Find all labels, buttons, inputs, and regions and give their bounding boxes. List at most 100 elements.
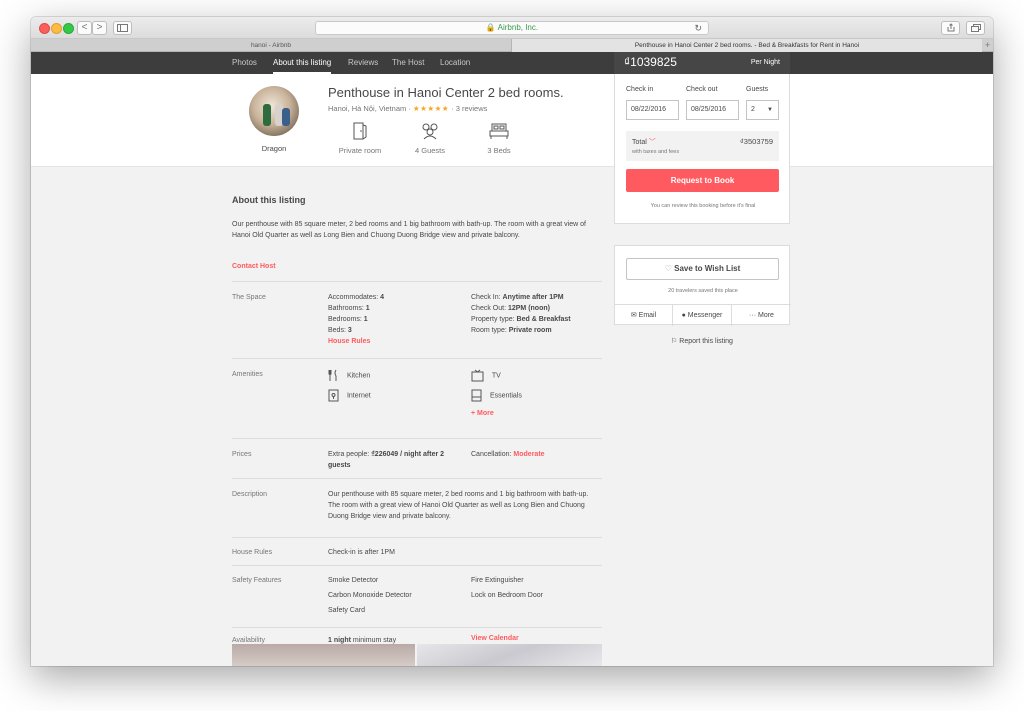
listing-subtitle: Hanoi, Hà Nội, Vietnam · ★★★★★ · 3 revie… [328,104,487,113]
avatar-figure [263,104,271,126]
share-email-button[interactable]: ✉ Email [615,305,673,326]
listing-photo[interactable] [232,644,415,666]
feature-room-type: Private room [333,122,387,155]
amenities-label: Amenities [232,371,263,378]
per-night-label: Per Night [750,59,780,66]
listing-location[interactable]: Hanoi, Hà Nội, Vietnam · [328,104,411,113]
safety-item: Lock on Bedroom Door [471,592,543,599]
booking-price-bar: ₫1039825 Per Night [614,52,790,74]
view-calendar-link[interactable]: View Calendar [471,635,519,642]
url-text: Airbnb, Inc. [497,23,539,32]
house-rules-label: House Rules [232,549,273,556]
zoom-window-button[interactable] [63,23,74,34]
messenger-icon: ● [681,312,686,319]
about-heading: About this listing [232,195,306,205]
subnav-host[interactable]: The Host [392,52,424,74]
back-icon: < [81,22,88,33]
minimize-window-button[interactable] [51,23,62,34]
cancellation: Cancellation: Moderate [471,449,545,460]
amenity-label: Kitchen [346,372,371,380]
amenity-kitchen: Kitchen [328,369,370,382]
house-rules-link[interactable]: House Rules [328,336,384,347]
contact-host-link[interactable]: Contact Host [232,263,276,270]
close-window-button[interactable] [39,23,50,34]
address-bar[interactable]: 🔒 Airbnb, Inc. ↻ [315,21,709,35]
space-row: The Space Accommodates: 4 Bathrooms: 1 B… [232,281,602,358]
checkin-input[interactable]: 08/22/2016 [626,100,679,120]
feature-label: 3 Beds [487,146,511,155]
space-accommodates: Accommodates: 4 [328,292,384,303]
space-left: Accommodates: 4 Bathrooms: 1 Bedrooms: 1… [328,292,384,347]
share-button[interactable] [941,21,960,35]
safety-item: Carbon Monoxide Detector [328,592,412,599]
guests-icon [422,123,438,140]
rating-stars: ★★★★★ [412,104,450,113]
checkout-label: Check out [686,86,718,93]
share-label: Messenger [687,312,723,319]
booking-panel: Check in Check out Guests 08/22/2016 08/… [614,74,790,224]
share-messenger-button[interactable]: ● Messenger [673,305,732,326]
booking-note: You can review this booking before it's … [650,203,756,209]
cancellation-policy-link[interactable]: Moderate [513,451,544,458]
wishlist-panel: ♡ Save to Wish List 20 travelers saved t… [614,245,791,326]
min-stay-value: 1 night [328,637,351,644]
report-listing-link[interactable]: ⚐ Report this listing [614,337,790,345]
bed-icon [489,123,509,139]
save-to-wishlist-button[interactable]: ♡ Save to Wish List [626,258,779,280]
browser-window: < > 🔒 Airbnb, Inc. ↻ hanoi - Airbnb Pent… [31,17,993,666]
feature-beds: 3 Beds [479,122,519,155]
flag-icon: ⚐ [671,338,678,345]
tabs-overview-button[interactable] [966,21,985,35]
checkin-label: Check in [626,86,654,93]
essentials-icon [471,389,482,402]
host-avatar[interactable] [249,86,299,136]
total-toggle[interactable]: Total ﹀ [632,137,656,147]
space-value: Anytime after 1PM [502,294,564,301]
host-name[interactable]: Dragon [249,144,299,153]
space-key: Beds: [328,327,348,334]
chevron-down-icon: ﹀ [648,139,656,146]
forward-button[interactable]: > [92,21,107,35]
request-to-book-button[interactable]: Request to Book [626,169,779,192]
back-button[interactable]: < [77,21,92,35]
about-summary: Our penthouse with 85 square meter, 2 be… [232,221,586,239]
subnav-photos[interactable]: Photos [232,52,257,74]
subnav-reviews[interactable]: Reviews [348,52,378,74]
min-stay-text: minimum stay [350,637,397,644]
share-more-button[interactable]: ··· More [732,305,791,326]
space-key: Accommodates: [328,294,381,301]
space-key: Bathrooms: [328,305,366,312]
subnav-location[interactable]: Location [440,52,470,74]
reload-icon[interactable]: ↻ [694,22,702,34]
space-key: Check Out: [471,305,508,312]
reviews-link[interactable]: · 3 reviews [451,104,487,113]
amenity-label: TV [491,372,501,380]
amenity-internet: Internet [328,389,371,402]
safety-item: Smoke Detector [328,577,379,584]
space-key: Check In: [471,294,503,301]
avatar-figure [282,108,290,126]
space-value: 3 [347,327,352,334]
saved-count: 20 travelers saved this place [668,288,738,294]
checkout-input[interactable]: 08/25/2016 [686,100,739,120]
listing-header: Dragon Penthouse in Hanoi Center 2 bed r… [31,74,993,167]
safety-label: Safety Features [232,577,282,584]
feature-label: 4 Guests [414,146,445,155]
safety-item: Safety Card [328,607,365,614]
new-tab-button[interactable]: + [982,39,993,52]
guests-select[interactable]: 2 ▼ [746,100,779,120]
amenity-label: Internet [346,392,371,400]
description-label: Description [232,491,268,498]
browser-tab-hanoi[interactable]: hanoi - Airbnb [31,39,512,52]
listing-photo[interactable] [417,644,602,666]
browser-tab-listing[interactable]: Penthouse in Hanoi Center 2 bed rooms. -… [512,39,982,52]
space-right: Check In: Anytime after 1PM Check Out: 1… [471,292,571,336]
price-key: Extra people: [328,451,372,458]
sidebar-toggle-button[interactable] [113,21,132,35]
subnav-about[interactable]: About this listing [273,52,332,74]
space-key: Room type: [471,327,509,334]
space-value: 4 [380,294,385,301]
house-rules-row: House Rules Check-in is after 1PM [232,537,602,565]
space-key: Property type: [471,316,517,323]
amenities-more-link[interactable]: + More [471,410,494,417]
